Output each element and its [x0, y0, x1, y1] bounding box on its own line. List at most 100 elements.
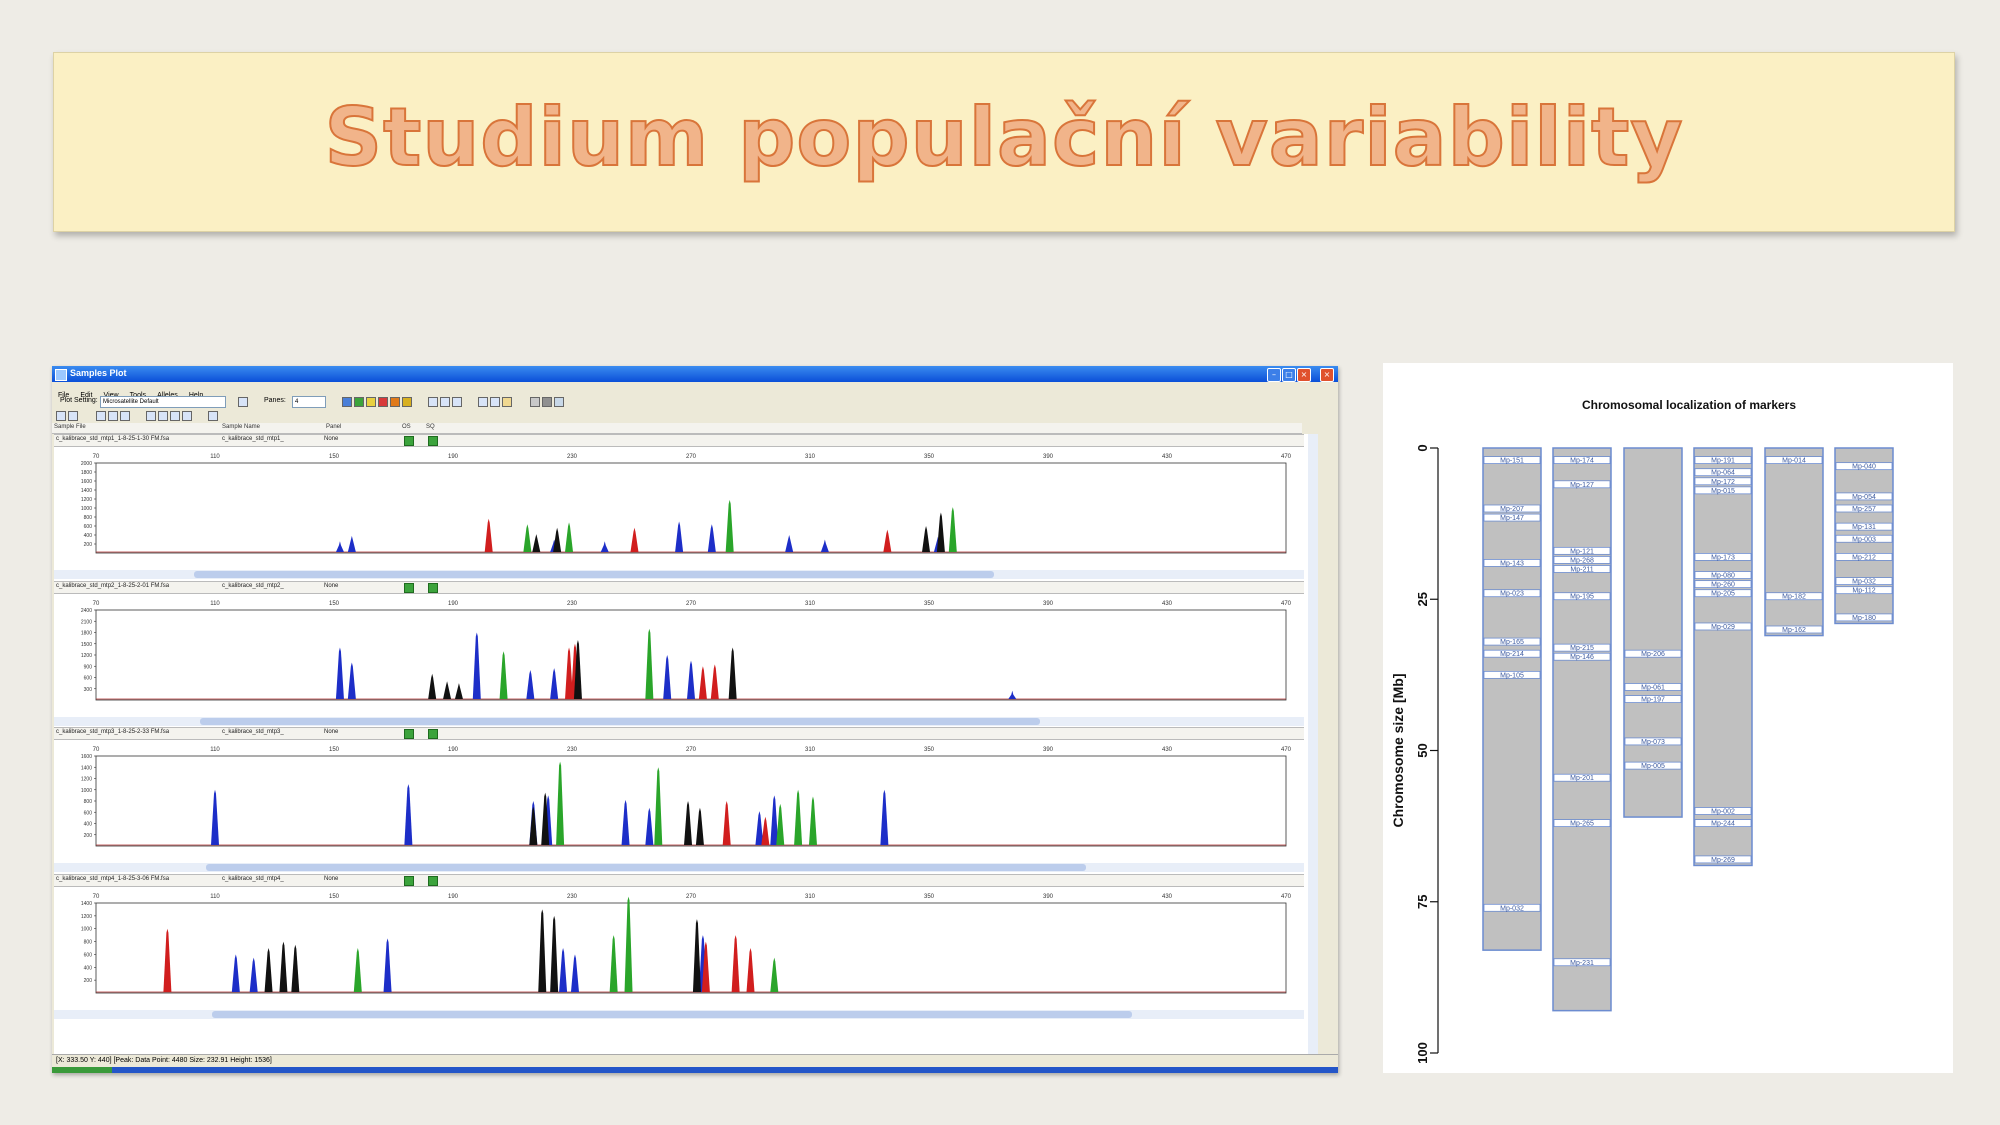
col-sample-file[interactable]: Sample File [54, 424, 86, 430]
os-status-icon[interactable] [404, 583, 414, 593]
marker-label: Mp-182 [1782, 594, 1806, 601]
vertical-scrollbar[interactable] [1308, 434, 1318, 1064]
col-os[interactable]: OS [402, 424, 411, 430]
x-tick-label: 70 [93, 747, 100, 753]
scrollbar-thumb[interactable] [206, 864, 1086, 871]
x-tick-label: 190 [448, 894, 459, 900]
print-icon[interactable] [542, 397, 552, 407]
sq-status-icon[interactable] [428, 583, 438, 593]
pane-sample-name: c_kalibrace_std_mtp1_ [222, 436, 284, 442]
zoom-icon[interactable] [428, 397, 438, 407]
y-tick-label: 1400 [81, 488, 92, 494]
settings-icon[interactable] [208, 411, 218, 421]
chromosome-bar[interactable] [1482, 447, 1542, 951]
sq-status-icon[interactable] [428, 876, 438, 886]
os-status-icon[interactable] [404, 729, 414, 739]
plot-area: c_kalibrace_std_mtp1_1-8-25-1-30 FM.fsa c… [54, 434, 1308, 1064]
arrow-left-icon[interactable] [56, 411, 66, 421]
x-tick-label: 230 [567, 747, 578, 753]
x-tick-label: 70 [93, 601, 100, 607]
sq-status-icon[interactable] [428, 729, 438, 739]
orange-dye-icon[interactable] [390, 397, 400, 407]
marker-label: Mp-121 [1570, 548, 1594, 555]
y-tick-label: 1200 [81, 497, 92, 503]
chromosome-bar[interactable] [1552, 447, 1612, 1012]
arrow-right-icon[interactable] [68, 411, 78, 421]
chromosome-bar[interactable] [1623, 447, 1683, 818]
green-dye-icon[interactable] [354, 397, 364, 407]
x-tick-label: 110 [210, 601, 220, 607]
marker-label: Mp-054 [1852, 494, 1876, 501]
panes-select[interactable]: 4 [292, 396, 326, 408]
col-panel[interactable]: Panel [326, 424, 341, 430]
pane-horizontal-scrollbar[interactable] [54, 570, 1304, 579]
yellow-dye-icon[interactable] [366, 397, 376, 407]
pane-horizontal-scrollbar[interactable] [54, 717, 1304, 726]
red-dye-icon[interactable] [378, 397, 388, 407]
electropherogram-pane[interactable]: 70 110 150 190 230 270 310 350 390 430 470 2000 1800… [54, 446, 1304, 568]
sq-status-icon[interactable] [428, 436, 438, 446]
overlay-icon[interactable] [170, 411, 180, 421]
chart-title: Chromosomal localization of markers [1582, 398, 1796, 412]
y-tick-label: 900 [84, 664, 93, 670]
menu-bar: File Edit View Tools Alleles Help [52, 382, 1338, 399]
table-icon[interactable] [530, 397, 540, 407]
y-scale-icon[interactable] [146, 411, 156, 421]
chromosome-bar[interactable] [1693, 447, 1753, 867]
scrollbar-thumb[interactable] [200, 718, 1040, 725]
grid-icon[interactable] [238, 397, 248, 407]
close-icon-outer[interactable]: × [1320, 368, 1334, 382]
x-tick-label: 310 [805, 747, 816, 753]
zoom-out-icon[interactable] [108, 411, 118, 421]
plot-setting-select[interactable]: Microsatellite Default [100, 396, 226, 408]
x-tick-label: 390 [1043, 601, 1054, 607]
zoom-in-icon[interactable] [96, 411, 106, 421]
marker-label: Mp-215 [1570, 645, 1594, 652]
taskbar [52, 1067, 1338, 1073]
plot-frame [95, 902, 1287, 994]
col-sample-name[interactable]: Sample Name [222, 424, 260, 430]
electropherogram-pane[interactable]: 70 110 150 190 230 270 310 350 390 430 470 2400 2100… [54, 593, 1304, 715]
y-tick-label: 600 [84, 810, 93, 816]
labels-icon[interactable] [490, 397, 500, 407]
window-title: Samples Plot [70, 368, 127, 378]
marker-label: Mp-173 [1711, 554, 1735, 561]
peaks-icon[interactable] [502, 397, 512, 407]
y-tick-label: 2000 [81, 461, 92, 467]
chromosome-bar[interactable] [1764, 447, 1824, 637]
blue-dye-icon[interactable] [342, 397, 352, 407]
all-dyes-icon[interactable] [402, 397, 412, 407]
y-tick-label: 1600 [81, 479, 92, 485]
separate-icon[interactable] [182, 411, 192, 421]
window-titlebar[interactable]: Samples Plot – □ × × [52, 366, 1338, 382]
bins-icon[interactable] [478, 397, 488, 407]
os-status-icon[interactable] [404, 876, 414, 886]
electropherogram-pane[interactable]: 70 110 150 190 230 270 310 350 390 430 470 1400 1200… [54, 886, 1304, 1008]
close-icon[interactable]: × [1297, 368, 1311, 382]
zoom-reset-icon[interactable] [120, 411, 130, 421]
slide-title: Studium populační variability [323, 90, 1684, 185]
scrollbar-thumb[interactable] [212, 1011, 1132, 1018]
marker-label: Mp-265 [1570, 821, 1594, 828]
x-tick-label: 230 [567, 894, 578, 900]
col-sq[interactable]: SQ [426, 424, 435, 430]
x-scale-icon[interactable] [158, 411, 168, 421]
pane-horizontal-scrollbar[interactable] [54, 863, 1304, 872]
marker-label: Mp-073 [1641, 739, 1665, 746]
maximize-icon[interactable]: □ [1282, 368, 1296, 382]
minimize-icon[interactable]: – [1267, 368, 1281, 382]
text-size-icon[interactable] [452, 397, 462, 407]
export-icon[interactable] [554, 397, 564, 407]
pane-horizontal-scrollbar[interactable] [54, 1010, 1304, 1019]
fit-icon[interactable] [440, 397, 450, 407]
scrollbar-thumb[interactable] [194, 571, 994, 578]
chromosome-chart: Chromosomal localization of markers Chrom… [1390, 398, 1894, 1064]
os-status-icon[interactable] [404, 436, 414, 446]
marker-label: Mp-146 [1570, 654, 1594, 661]
marker-label: Mp-205 [1711, 591, 1735, 598]
column-header: Sample File Sample Name Panel OS SQ [52, 423, 1302, 434]
start-button[interactable] [52, 1067, 112, 1073]
x-tick-label: 350 [924, 894, 935, 900]
electropherogram-pane[interactable]: 70 110 150 190 230 270 310 350 390 430 470 1600 1400… [54, 739, 1304, 861]
x-tick-label: 430 [1162, 747, 1173, 753]
